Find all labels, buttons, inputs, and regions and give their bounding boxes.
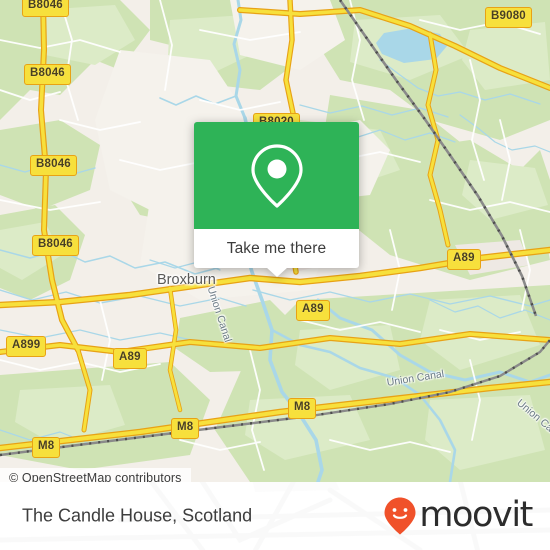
popup-icon-panel xyxy=(194,122,359,229)
road-shield-b9080: B9080 xyxy=(485,7,532,28)
road-shield-a89: A89 xyxy=(113,348,147,369)
map-canvas[interactable]: Broxburn Union Canal Union Canal Union C… xyxy=(0,0,550,482)
moovit-wordmark: moovit xyxy=(419,494,533,535)
place-label-broxburn: Broxburn xyxy=(157,272,216,288)
map-attribution[interactable]: © OpenStreetMap contributors xyxy=(0,468,191,482)
road-shield-a89: A89 xyxy=(296,300,330,321)
moovit-pin-icon xyxy=(384,497,416,535)
popup-action-panel[interactable]: Take me there xyxy=(194,229,359,277)
road-shield-b8046: B8046 xyxy=(30,155,77,176)
road-shield-b8046: B8046 xyxy=(32,235,79,256)
road-shield-b8046: B8046 xyxy=(24,64,71,85)
road-shield-a89: A89 xyxy=(447,249,481,270)
moovit-map-page: Broxburn Union Canal Union Canal Union C… xyxy=(0,0,550,550)
road-shield-b8046: B8046 xyxy=(22,0,69,17)
page-title: The Candle House, Scotland xyxy=(22,505,253,526)
moovit-logo[interactable]: moovit xyxy=(383,494,533,536)
road-shield-a899: A899 xyxy=(6,336,47,357)
map-pin-icon xyxy=(250,143,303,208)
take-me-there-label: Take me there xyxy=(226,239,327,257)
road-shield-m8: M8 xyxy=(288,398,317,419)
footer-bar: The Candle House, Scotland moovit xyxy=(0,482,550,550)
road-shield-m8: M8 xyxy=(171,418,200,439)
road-shield-m8: M8 xyxy=(32,437,61,458)
popup-pointer-arrow xyxy=(265,267,288,277)
location-popup-card[interactable]: Take me there xyxy=(194,122,359,277)
